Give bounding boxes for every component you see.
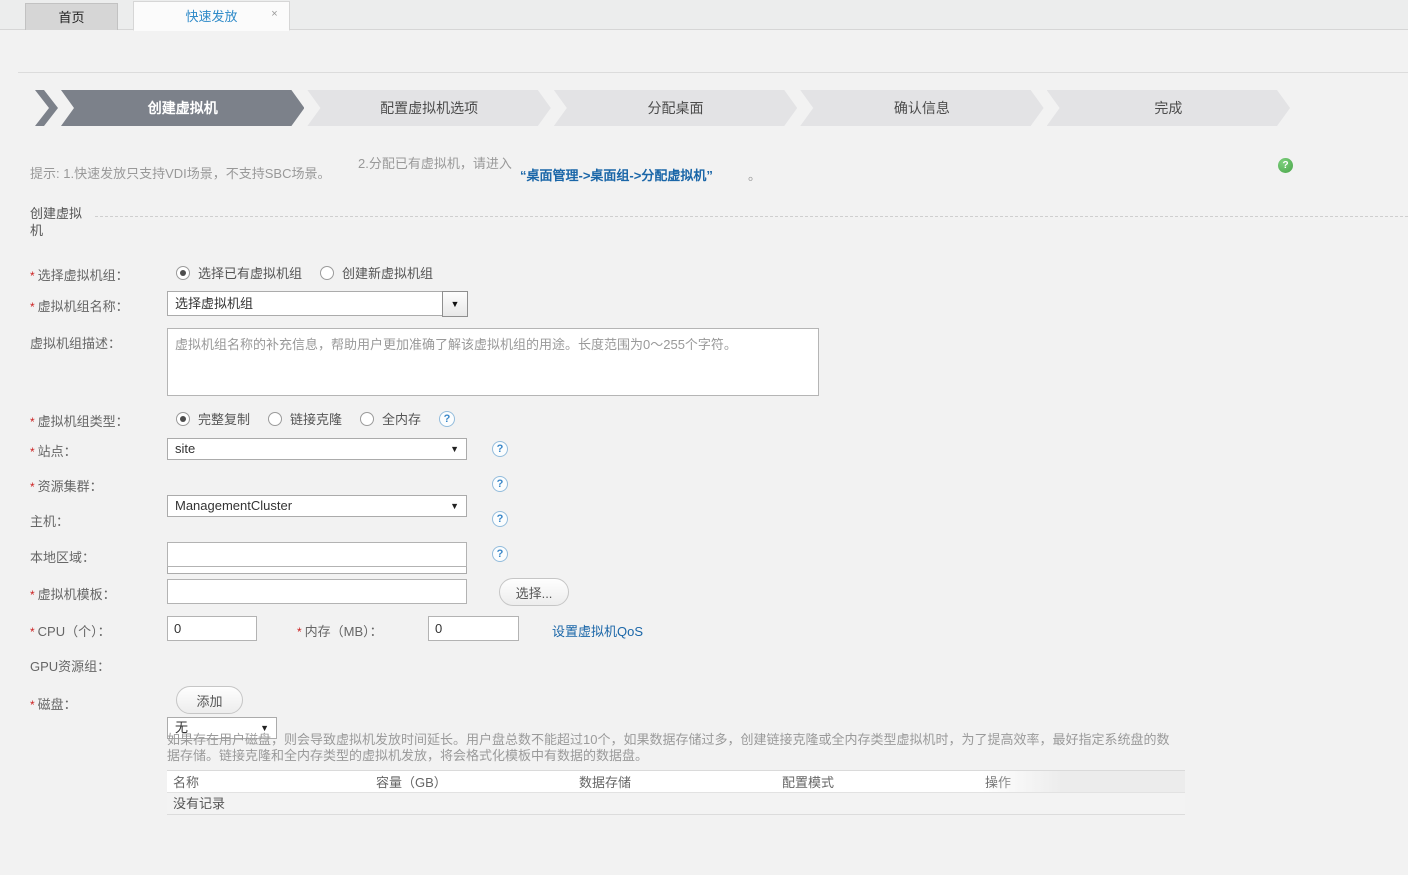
site-select[interactable]: site ▼ (167, 438, 467, 460)
tab-quick-provision[interactable]: 快速发放 × (133, 1, 290, 31)
required-asterisk: * (30, 269, 35, 283)
memory-input[interactable] (428, 616, 519, 641)
radio-new-vm-group[interactable] (320, 266, 334, 280)
tab-quick-provision-label: 快速发放 (185, 9, 237, 24)
required-asterisk: * (30, 300, 35, 314)
cpu-label: *CPU（个）： (30, 621, 111, 640)
radio-linked-clone-label: 链接克隆 (290, 409, 342, 428)
radio-all-memory[interactable] (360, 412, 374, 426)
site-help-icon[interactable]: ? (492, 441, 508, 457)
wizard-step-configure-options: 配置虚拟机选项 (307, 90, 550, 126)
section-title-create-vm: 创建虚拟机 (30, 205, 92, 239)
local-zone-input[interactable] (167, 542, 467, 567)
vm-group-choice-radios: 选择已有虚拟机组 创建新虚拟机组 (176, 263, 443, 282)
wizard-step-confirm-info: 确认信息 (800, 90, 1043, 126)
required-asterisk: * (30, 445, 35, 459)
wizard-lead-chevron-icon (35, 90, 58, 126)
local-zone-help-icon[interactable]: ? (492, 546, 508, 562)
vm-group-choice-label: *选择虚拟机组： (30, 265, 129, 284)
template-select-button[interactable]: 选择... (499, 578, 569, 606)
vm-group-desc-label: 虚拟机组描述： (30, 333, 121, 352)
wizard-step-assign-desktop: 分配桌面 (554, 90, 797, 126)
wizard-steps: 创建虚拟机 配置虚拟机选项 分配桌面 确认信息 完成 (35, 90, 1290, 126)
col-name: 名称 (167, 772, 370, 791)
radio-full-clone-label: 完整复制 (198, 409, 250, 428)
disk-table: 名称 容量（GB） 数据存储 配置模式 操作 没有记录 (167, 770, 1185, 815)
required-asterisk: * (30, 480, 35, 494)
chevron-down-icon: ▼ (450, 439, 459, 460)
vm-group-name-dropdown-button[interactable]: ▼ (442, 291, 468, 317)
disk-table-header: 名称 容量（GB） 数据存储 配置模式 操作 (167, 770, 1185, 793)
desktop-management-link[interactable]: “桌面管理->桌面组->分配虚拟机” (520, 165, 713, 184)
section-dashed-line (95, 216, 1408, 217)
required-asterisk: * (30, 415, 35, 429)
cluster-label: *资源集群： (30, 476, 103, 495)
radio-existing-vm-group-label: 选择已有虚拟机组 (198, 263, 302, 282)
vm-group-type-radios: 完整复制 链接克隆 全内存 ? (176, 409, 455, 428)
chevron-down-icon: ▼ (450, 496, 459, 517)
cluster-select[interactable]: ManagementCluster ▼ (167, 495, 467, 517)
header-filler (982, 771, 1185, 792)
template-input[interactable] (167, 579, 467, 604)
host-help-icon[interactable]: ? (492, 511, 508, 527)
wizard-step-create-vm: 创建虚拟机 (61, 90, 304, 126)
local-zone-label: 本地区域： (30, 547, 95, 566)
tips-suffix: 。 (748, 165, 761, 184)
host-label: 主机： (30, 511, 69, 530)
template-label: *虚拟机模板： (30, 584, 116, 603)
col-capacity: 容量（GB） (370, 772, 573, 791)
required-asterisk: * (30, 588, 35, 602)
disk-label: *磁盘： (30, 694, 77, 713)
wizard-step-finish: 完成 (1047, 90, 1290, 126)
cpu-input[interactable] (167, 616, 257, 641)
tips-text-2: 2.分配已有虚拟机，请进入 (358, 156, 513, 172)
help-icon[interactable]: ? (1278, 158, 1293, 173)
radio-new-vm-group-label: 创建新虚拟机组 (342, 263, 433, 282)
content-divider (18, 72, 1408, 73)
radio-all-memory-label: 全内存 (382, 409, 421, 428)
tips-text-1: 提示: 1.快速发放只支持VDI场景，不支持SBC场景。 (30, 163, 330, 182)
cluster-help-icon[interactable]: ? (492, 476, 508, 492)
vm-group-desc-textarea[interactable]: 虚拟机组名称的补充信息，帮助用户更加准确了解该虚拟机组的用途。长度范围为0～25… (167, 328, 819, 396)
tab-home[interactable]: 首页 (25, 3, 118, 30)
required-asterisk: * (30, 698, 35, 712)
disk-note: 如果存在用户磁盘，则会导致虚拟机发放时间延长。用户盘总数不能超过10个，如果数据… (167, 732, 1181, 764)
memory-label: *内存（MB）： (297, 621, 383, 640)
radio-linked-clone[interactable] (268, 412, 282, 426)
cluster-select-value: ManagementCluster (175, 498, 292, 513)
vm-group-type-label: *虚拟机组类型： (30, 411, 129, 430)
close-icon[interactable]: × (268, 9, 281, 22)
vm-group-name-label: *虚拟机组名称： (30, 296, 129, 315)
site-label: *站点： (30, 441, 77, 460)
tab-bar: 首页 快速发放 × (0, 0, 1408, 30)
vm-group-name-combobox[interactable]: 选择虚拟机组 (167, 291, 443, 316)
gpu-group-label: GPU资源组： (30, 656, 110, 675)
disk-add-button[interactable]: 添加 (176, 686, 243, 714)
vm-group-type-help-icon[interactable]: ? (439, 411, 455, 427)
radio-existing-vm-group[interactable] (176, 266, 190, 280)
site-select-value: site (175, 441, 195, 456)
required-asterisk: * (297, 625, 302, 639)
vm-qos-link[interactable]: 设置虚拟机QoS (552, 621, 643, 640)
col-config-mode: 配置模式 (776, 772, 979, 791)
table-empty-row: 没有记录 (167, 793, 1185, 815)
required-asterisk: * (30, 625, 35, 639)
radio-full-clone[interactable] (176, 412, 190, 426)
col-datastore: 数据存储 (573, 772, 776, 791)
